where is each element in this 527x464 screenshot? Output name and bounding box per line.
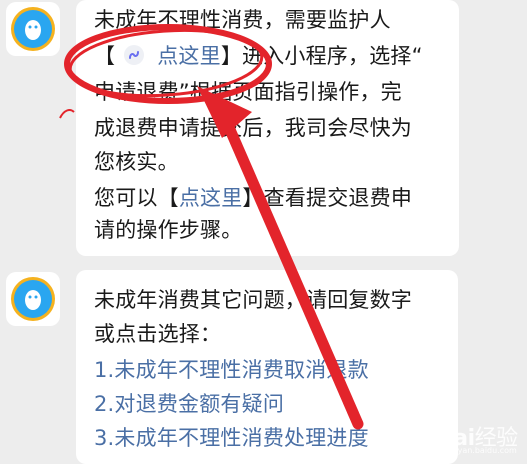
message-text: 未成年不理性消费，需要监护人 bbox=[94, 8, 391, 32]
bracket-text: 【 bbox=[94, 44, 116, 68]
click-here-link[interactable]: 点这里 bbox=[157, 44, 221, 68]
message-line: 您核实。 bbox=[94, 148, 179, 177]
option-text: 3.未成年不理性消费处理进度 bbox=[94, 426, 369, 450]
message-line: 请的操作步骤。 bbox=[94, 216, 242, 245]
paw-icon bbox=[404, 422, 435, 448]
avatar-bot-1[interactable] bbox=[6, 2, 60, 56]
message-text: 请的操作步骤。 bbox=[94, 218, 243, 242]
qq-penguin-chat-icon bbox=[11, 7, 55, 51]
message-text: 您核实。 bbox=[94, 150, 179, 174]
qq-penguin-chat-icon bbox=[11, 277, 55, 321]
option-link-2[interactable]: 2.对退费金额有疑问 bbox=[94, 390, 284, 419]
message-text: 未成年消费其它问题，请回复数字 bbox=[94, 288, 412, 312]
option-link-3[interactable]: 3.未成年不理性消费处理进度 bbox=[94, 424, 369, 453]
baidu-jingyan-watermark: Bai经验 jingyan.baidu.com bbox=[403, 412, 521, 460]
message-text: 】查看提交退费申 bbox=[242, 186, 413, 210]
message-line: 成退费申请提交后，我司会尽快为 bbox=[94, 114, 412, 143]
message-bubble-refund: 未成年不理性消费，需要监护人 【点这里】进入小程序，选择“ 申请退费”根据页面指… bbox=[76, 0, 459, 256]
message-text: 申请退费”根据页面指引操作，完 bbox=[94, 80, 402, 104]
message-bubble-options: 未成年消费其它问题，请回复数字 或点击选择： 1.未成年不理性消费取消退款 2.… bbox=[76, 270, 458, 464]
message-line: 您可以【点这里】查看提交退费申 bbox=[94, 184, 412, 213]
message-line: 申请退费”根据页面指引操作，完 bbox=[94, 78, 402, 107]
message-line: 未成年不理性消费，需要监护人 bbox=[94, 6, 391, 35]
option-link-1[interactable]: 1.未成年不理性消费取消退款 bbox=[94, 356, 369, 385]
message-line: 或点击选择： bbox=[94, 320, 221, 349]
mini-program-icon[interactable] bbox=[123, 44, 145, 66]
message-text: 或点击选择： bbox=[94, 322, 222, 346]
message-line: 未成年消费其它问题，请回复数字 bbox=[94, 286, 412, 315]
message-text: 】进入小程序，选择“ bbox=[220, 44, 423, 68]
message-line: 【 点这里】进入小程序，选择“ bbox=[94, 42, 423, 71]
annotation-tick bbox=[59, 109, 75, 119]
option-text: 2.对退费金额有疑问 bbox=[94, 392, 285, 416]
option-text: 1.未成年不理性消费取消退款 bbox=[94, 358, 369, 382]
message-text: 您可以【 bbox=[94, 186, 179, 210]
click-here-link-steps[interactable]: 点这里 bbox=[179, 186, 243, 210]
avatar-bot-2[interactable] bbox=[6, 272, 60, 326]
message-text: 成退费申请提交后，我司会尽快为 bbox=[94, 116, 412, 140]
